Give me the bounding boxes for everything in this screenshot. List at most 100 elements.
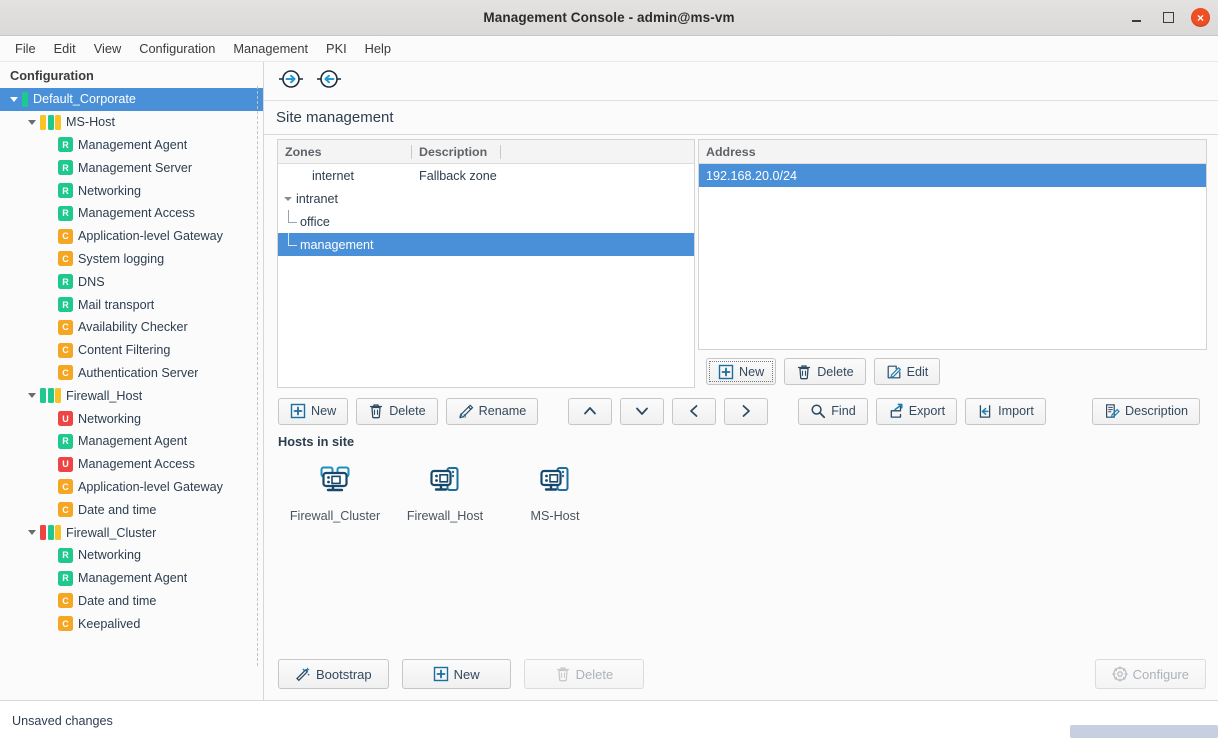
back-icon[interactable] xyxy=(316,69,342,94)
tree-item-management-access[interactable]: U Management Access xyxy=(0,453,263,476)
tree-item-networking[interactable]: U Networking xyxy=(0,407,263,430)
chevron-up-button[interactable] xyxy=(568,397,613,425)
chevron-right-button[interactable] xyxy=(724,397,769,425)
address-pane: Address 192.168.20.0/24 New Delete Edit xyxy=(698,139,1208,388)
status-badge: R xyxy=(58,160,73,176)
status-bars xyxy=(40,525,61,541)
zone-name-cell: management xyxy=(278,233,411,256)
chevron-left-button[interactable] xyxy=(672,397,717,425)
tree-item-management-agent[interactable]: R Management Agent xyxy=(0,567,263,590)
chevron-down-icon[interactable] xyxy=(284,196,292,201)
configuration-tree[interactable]: Default_Corporate MS-Host R Management Agen… xyxy=(0,88,263,700)
menu-item-pki[interactable]: PKI xyxy=(317,38,356,59)
menu-item-edit[interactable]: Edit xyxy=(45,38,85,59)
status-badge: R xyxy=(58,297,73,313)
host-label: Firewall_Host xyxy=(406,509,484,523)
tree-item-date-and-time[interactable]: C Date and time xyxy=(0,590,263,613)
zones-rows[interactable]: internet Fallback zone intranet office manag… xyxy=(278,164,694,256)
chevron-up-icon xyxy=(582,403,598,419)
zone-row[interactable]: intranet xyxy=(278,187,694,210)
export-button[interactable]: Export xyxy=(875,397,958,425)
address-row[interactable]: 192.168.20.0/24 xyxy=(699,164,1206,187)
menu-item-file[interactable]: File xyxy=(6,38,45,59)
tree-item-ms-host[interactable]: MS-Host xyxy=(0,111,263,134)
tree-item-label: Management Server xyxy=(78,160,193,175)
tree-item-mail-transport[interactable]: R Mail transport xyxy=(0,293,263,316)
horizontal-scrollbar-thumb[interactable] xyxy=(1070,725,1218,738)
zone-row[interactable]: internet Fallback zone xyxy=(278,164,694,187)
chevron-down-icon[interactable] xyxy=(6,96,22,102)
chevron-down-icon[interactable] xyxy=(24,530,40,536)
tree-item-system-logging[interactable]: C System logging xyxy=(0,248,263,271)
host-item[interactable]: MS-Host xyxy=(500,465,610,523)
host-item[interactable]: Firewall_Cluster xyxy=(280,465,390,523)
description-button[interactable]: Description xyxy=(1092,397,1200,425)
tree-item-management-server[interactable]: R Management Server xyxy=(0,156,263,179)
tree-item-default-corporate[interactable]: Default_Corporate xyxy=(0,88,263,111)
status-badge: C xyxy=(58,616,73,632)
tree-item-management-agent[interactable]: R Management Agent xyxy=(0,430,263,453)
status-badge: R xyxy=(58,274,73,290)
tree-item-application-level-gateway[interactable]: C Application-level Gateway xyxy=(0,225,263,248)
chevron-right-icon xyxy=(738,403,754,419)
tree-item-label: Date and time xyxy=(78,502,157,517)
tree-item-firewall-host[interactable]: Firewall_Host xyxy=(0,384,263,407)
maximize-icon[interactable] xyxy=(1159,9,1177,27)
button-label: Import xyxy=(998,404,1034,418)
tree-item-label: DNS xyxy=(78,274,105,289)
tree-item-management-access[interactable]: R Management Access xyxy=(0,202,263,225)
button-label: Delete xyxy=(575,666,614,682)
tree-item-networking[interactable]: R Networking xyxy=(0,179,263,202)
tree-item-dns[interactable]: R DNS xyxy=(0,270,263,293)
rename-button[interactable]: Aa Rename xyxy=(445,397,539,425)
column-divider[interactable] xyxy=(500,144,501,159)
forward-icon[interactable] xyxy=(278,69,304,94)
delete-button: Delete xyxy=(523,659,645,689)
tree-item-label: Networking xyxy=(78,548,141,563)
zone-row[interactable]: office xyxy=(278,210,694,233)
zones-column-zones[interactable]: Zones xyxy=(278,140,411,163)
tree-item-management-agent[interactable]: R Management Agent xyxy=(0,134,263,157)
minimize-icon[interactable] xyxy=(1127,9,1145,27)
tree-item-availability-checker[interactable]: C Availability Checker xyxy=(0,316,263,339)
new-button[interactable]: New xyxy=(706,358,777,385)
zone-name-cell: office xyxy=(278,210,411,233)
menu-item-configuration[interactable]: Configuration xyxy=(130,38,224,59)
tree-item-authentication-server[interactable]: C Authentication Server xyxy=(0,362,263,385)
tree-item-date-and-time[interactable]: C Date and time xyxy=(0,498,263,521)
menu-item-management[interactable]: Management xyxy=(224,38,317,59)
delete-button[interactable]: Delete xyxy=(356,397,438,425)
find-button[interactable]: Find xyxy=(798,397,868,425)
menu-item-help[interactable]: Help xyxy=(356,38,400,59)
bootstrap-button[interactable]: Bootstrap xyxy=(278,659,389,689)
navigation-toolbar xyxy=(264,62,1218,101)
host-label: MS-Host xyxy=(530,509,580,523)
delete-button[interactable]: Delete xyxy=(784,358,866,385)
zones-column-description[interactable]: Description xyxy=(412,140,500,163)
zone-row[interactable]: management xyxy=(278,233,694,256)
tree-item-content-filtering[interactable]: C Content Filtering xyxy=(0,339,263,362)
new-button[interactable]: New xyxy=(401,659,511,689)
zone-name: intranet xyxy=(296,191,339,206)
chevron-down-button[interactable] xyxy=(620,397,665,425)
button-label: Rename xyxy=(478,404,527,418)
tree-item-application-level-gateway[interactable]: C Application-level Gateway xyxy=(0,476,263,499)
close-icon[interactable]: × xyxy=(1191,8,1210,27)
status-message: Unsaved changes xyxy=(12,713,113,728)
new-button[interactable]: New xyxy=(278,397,349,425)
button-label: New xyxy=(311,404,337,418)
import-button[interactable]: Import xyxy=(965,397,1046,425)
edit-button[interactable]: Edit xyxy=(873,358,941,385)
status-badge: U xyxy=(58,411,73,427)
chevron-down-icon[interactable] xyxy=(24,119,40,125)
host-item[interactable]: Firewall_Host xyxy=(390,465,500,523)
tree-item-networking[interactable]: R Networking xyxy=(0,544,263,567)
address-column-address[interactable]: Address xyxy=(699,140,756,163)
address-list-frame: Address 192.168.20.0/24 xyxy=(698,139,1207,350)
menu-item-view[interactable]: View xyxy=(85,38,131,59)
address-column-header: Address xyxy=(699,140,1206,164)
tree-item-firewall-cluster[interactable]: Firewall_Cluster xyxy=(0,521,263,544)
tree-item-keepalived[interactable]: C Keepalived xyxy=(0,612,263,635)
address-rows[interactable]: 192.168.20.0/24 xyxy=(699,164,1206,187)
chevron-down-icon[interactable] xyxy=(24,393,40,399)
